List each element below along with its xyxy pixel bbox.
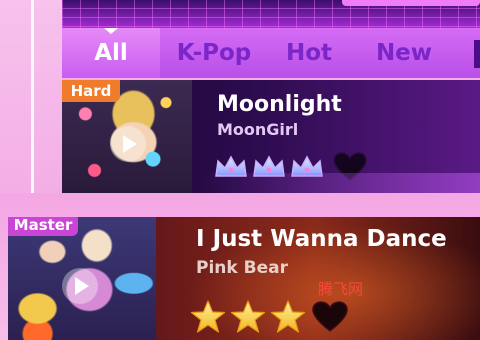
card-frame: [8, 214, 480, 340]
play-icon: [123, 135, 137, 153]
album-cover-moonlight: Hard: [62, 80, 192, 193]
category-tab-bar: All K-Pop Hot New: [62, 28, 480, 78]
song-card-i-just-wanna-dance[interactable]: Master I Just Wanna Dance Pink Bear: [8, 214, 480, 340]
crown-icon: [253, 155, 285, 177]
song-card-moonlight[interactable]: Hard Moonlight MoonGirl: [62, 80, 480, 193]
tab-label-all: All: [94, 40, 128, 66]
left-rail: [0, 0, 62, 193]
tab-label-new: New: [375, 40, 433, 66]
tab-hot[interactable]: Hot: [272, 28, 346, 78]
difficulty-badge-hard: Hard: [62, 80, 120, 102]
favorite-heart-icon[interactable]: [333, 152, 367, 182]
top-banner: [62, 0, 480, 28]
banner-bar: [342, 0, 480, 6]
tab-label-hot: Hot: [285, 40, 333, 66]
tab-label-kpop: K-Pop: [176, 40, 252, 66]
play-preview-button[interactable]: [110, 126, 146, 162]
song-title: Moonlight: [217, 92, 342, 117]
tab-new[interactable]: New: [364, 28, 444, 78]
crown-icon: [215, 155, 247, 177]
tab-kpop[interactable]: K-Pop: [170, 28, 258, 78]
active-tab-indicator: [104, 28, 118, 34]
tab-all[interactable]: All: [62, 28, 160, 78]
rail-divider: [31, 0, 34, 193]
watermark-text: 腾飞网: [318, 280, 364, 298]
song-artist: MoonGirl: [217, 120, 299, 139]
crown-icon: [291, 155, 323, 177]
crown-rating: [213, 152, 367, 182]
tab-bar-edge: [474, 40, 480, 68]
